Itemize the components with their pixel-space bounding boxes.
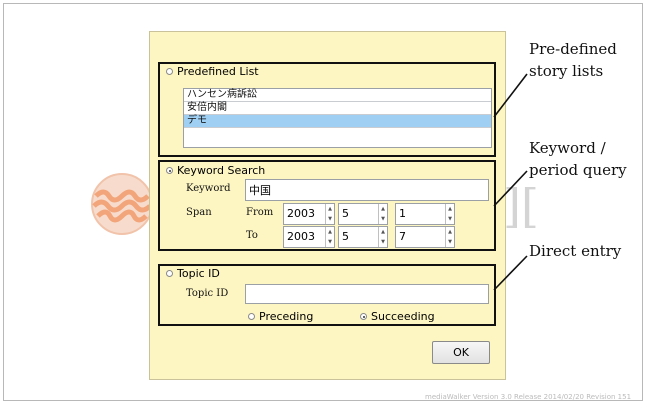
callout-lines [493,73,528,291]
version-footer: mediaWalker Version 3.0 Release 2014/02/… [425,393,632,401]
